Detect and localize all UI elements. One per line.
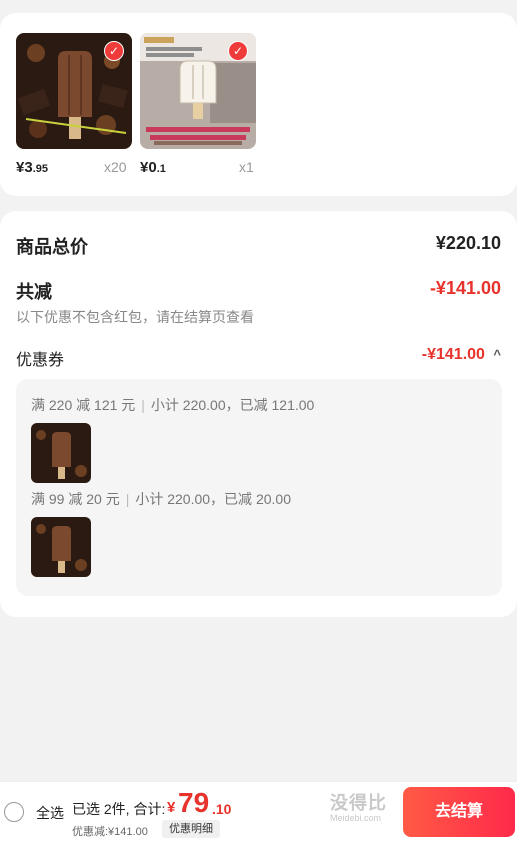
coupon-value: -¥141.00 — [421, 346, 485, 363]
item-price: ¥3.95 — [16, 159, 48, 176]
product-image-chocolate-popsicle[interactable]: ✓ — [16, 33, 132, 149]
item-quantity: x20 — [104, 159, 127, 175]
total-price-label: 商品总价 — [16, 237, 88, 257]
coupon-product-thumb — [31, 423, 91, 483]
coupon-detail-box: 满 220 减 121 元 | 小计 220.00，已减 121.00 满 99 减… — [16, 379, 502, 596]
total-currency: ¥ — [167, 799, 176, 816]
select-all-radio[interactable] — [4, 802, 24, 822]
watermark-logo: 没得比 Meidebi.com — [330, 793, 387, 823]
cart-item-1[interactable]: ✓ ¥3.95 x20 — [16, 33, 132, 176]
total-amount-integer: 79 — [178, 787, 210, 818]
coupon-rule-text: 满 220 减 121 元 — [31, 397, 136, 413]
discount-summary: 优惠减:¥141.00 — [72, 826, 148, 838]
product-image-cream-popsicle[interactable]: ✓ — [140, 33, 256, 149]
coupon-product-thumb — [31, 517, 91, 577]
total-reduction-value: -¥141.00 — [429, 278, 501, 298]
order-summary-card: 商品总价 ¥220.10 共减 -¥141.00 以下优惠不包含红包，请在结算页… — [0, 211, 517, 617]
checkout-bar: 全选 已选 2件, 合计: ¥ 79 .10 优惠减:¥141.00 优惠明细 … — [0, 781, 517, 841]
checkout-button[interactable]: 去结算 — [403, 787, 515, 837]
coupon-toggle[interactable]: -¥141.00 ^ — [422, 346, 501, 364]
coupon-rule-2: 满 99 减 20 元 | 小计 220.00，已减 20.00 — [31, 491, 291, 507]
cart-items-card: ✓ ¥3.95 x20 ✓ ¥0.1 x1 — [0, 13, 517, 196]
total-price-value: ¥220.10 — [435, 233, 501, 253]
coupon-rule-text: 满 99 减 20 元 — [31, 491, 120, 507]
chevron-up-icon: ^ — [493, 347, 501, 362]
coupon-rule-detail: 小计 220.00，已减 20.00 — [135, 491, 291, 507]
coupon-rule-1: 满 220 减 121 元 | 小计 220.00，已减 121.00 — [31, 397, 315, 413]
discount-detail-button[interactable]: 优惠明细 — [162, 820, 220, 838]
item-quantity: x1 — [239, 159, 254, 175]
coupon-rule-detail: 小计 220.00，已减 121.00 — [150, 397, 315, 413]
item-price: ¥0.1 — [140, 159, 166, 176]
select-all-label[interactable]: 全选 — [36, 803, 64, 823]
selected-count-text: 已选 2件, 合计: — [72, 801, 166, 817]
total-amount-decimal: .10 — [212, 801, 232, 817]
total-reduction-label: 共减 — [16, 282, 52, 302]
cart-item-2[interactable]: ✓ ¥0.1 x1 — [140, 33, 256, 176]
item-selected-check-icon[interactable]: ✓ — [104, 41, 124, 61]
coupon-label: 优惠券 — [16, 352, 65, 369]
discount-note: 以下优惠不包含红包，请在结算页查看 — [16, 309, 254, 325]
item-selected-check-icon[interactable]: ✓ — [228, 41, 248, 61]
